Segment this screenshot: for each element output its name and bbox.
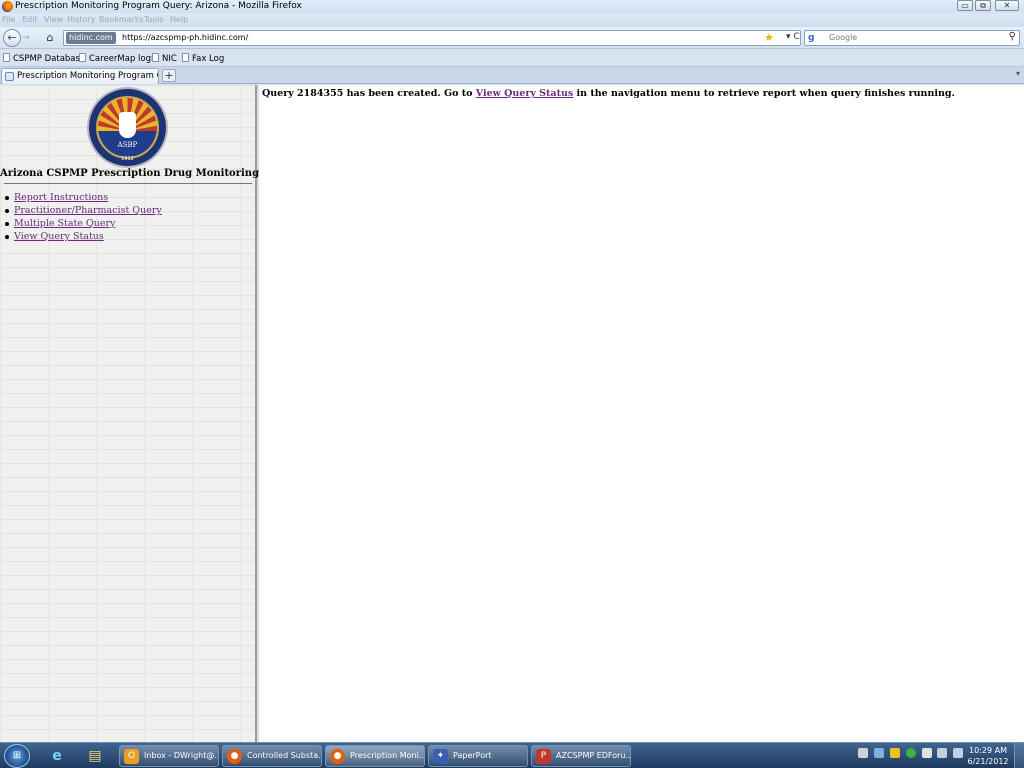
nav-link-report-instructions[interactable]: Report Instructions — [14, 192, 108, 203]
flag-icon[interactable] — [921, 748, 932, 758]
list-all-tabs-button[interactable]: ▾ — [1016, 69, 1020, 78]
bullet-icon — [5, 209, 9, 213]
tab-label: Prescription Monitoring Program Query:..… — [17, 71, 158, 81]
site-identity-badge[interactable]: hidinc.com — [66, 32, 116, 44]
minimize-button[interactable]: ▭ — [957, 0, 973, 11]
bookmarks-toolbar: CSPMP Database CareerMap login NIC Fax L… — [0, 50, 1024, 67]
outlook-icon: O — [124, 749, 139, 764]
navigation-menu-frame: ASBP 1912 Arizona CSPMP Prescription Dru… — [0, 85, 295, 742]
menu-history[interactable]: History — [67, 15, 95, 24]
menu-divider — [4, 183, 252, 184]
tab-prescription-monitoring[interactable]: Prescription Monitoring Program Query:..… — [1, 68, 159, 84]
sync-icon[interactable] — [905, 748, 916, 758]
folder-icon[interactable]: ▤ — [80, 745, 110, 767]
taskbar-item-prescription-monitoring[interactable]: ● Prescription Moni... — [325, 745, 425, 767]
menu-tools[interactable]: Tools — [144, 15, 164, 24]
bookmark-careermap-login[interactable]: CareerMap login — [79, 53, 159, 64]
menu-help[interactable]: Help — [170, 15, 188, 24]
window-title-bar: Prescription Monitoring Program Query: A… — [0, 0, 1024, 13]
taskbar-item-paperport[interactable]: ✦ PaperPort — [428, 745, 528, 767]
taskbar-item-inbox[interactable]: O Inbox - DWright@... — [119, 745, 219, 767]
close-button[interactable]: ✕ — [995, 0, 1019, 11]
menu-bar: File Edit View History Bookmarks Tools H… — [0, 13, 1024, 27]
bullet-icon — [5, 222, 9, 226]
menu-edit[interactable]: Edit — [22, 15, 38, 24]
nav-link-multiple-state-query[interactable]: Multiple State Query — [14, 218, 115, 229]
forward-button[interactable]: → — [22, 32, 34, 44]
bookmark-cspmp-database[interactable]: CSPMP Database — [3, 53, 85, 64]
main-content-frame: Query 2184355 has been created. Go to Vi… — [259, 85, 1024, 742]
shield-icon[interactable] — [858, 748, 868, 758]
firefox-icon: ● — [227, 749, 242, 764]
show-desktop-button[interactable] — [1014, 743, 1024, 768]
url-bar[interactable]: hidinc.com https://azcspmp-ph.hidinc.com… — [63, 30, 801, 46]
window-title: Prescription Monitoring Program Query: A… — [15, 1, 302, 11]
page-icon — [152, 53, 159, 62]
url-text[interactable]: https://azcspmp-ph.hidinc.com/ — [122, 33, 248, 42]
query-created-message: Query 2184355 has been created. Go to Vi… — [262, 88, 955, 99]
nav-link-view-query-status[interactable]: View Query Status — [14, 231, 104, 242]
maximize-button[interactable]: ⧉ — [975, 0, 991, 11]
mortar-pestle-icon — [119, 112, 136, 138]
clock[interactable]: 10:29 AM 6/21/2012 — [966, 745, 1010, 767]
arizona-board-of-pharmacy-seal: ASBP 1912 — [87, 87, 168, 168]
bookmark-nic[interactable]: NIC — [152, 53, 177, 64]
start-button[interactable]: ⊞ — [4, 744, 30, 768]
new-tab-button[interactable]: + — [162, 69, 176, 82]
reload-icon[interactable]: ▾ C — [786, 32, 800, 42]
bullet-icon — [5, 196, 9, 200]
page-icon — [3, 53, 10, 62]
network-tool-icon[interactable] — [873, 748, 884, 758]
search-input[interactable]: Google — [829, 33, 857, 42]
firefox-icon — [2, 1, 13, 12]
tab-bar: Prescription Monitoring Program Query:..… — [0, 67, 1024, 84]
taskbar-item-azcspmp-edforum[interactable]: P AZCSPMP EDForu... — [531, 745, 631, 767]
page-favicon-icon — [5, 72, 14, 81]
bullet-icon — [5, 235, 9, 239]
navigation-toolbar: ← → ⌂ hidinc.com https://azcspmp-ph.hidi… — [0, 27, 1024, 49]
volume-icon[interactable] — [953, 748, 964, 758]
back-button[interactable]: ← — [3, 29, 21, 47]
bookmark-star-icon[interactable]: ★ — [764, 31, 774, 44]
menu-view[interactable]: View — [44, 15, 63, 24]
system-tray — [858, 748, 966, 761]
firefox-icon: ● — [330, 749, 345, 764]
menu-title: Arizona CSPMP Prescription Drug Monitori… — [0, 168, 295, 179]
bookmark-fax-log[interactable]: Fax Log — [182, 53, 224, 64]
network-icon[interactable] — [937, 748, 948, 758]
powerpoint-icon: P — [536, 749, 551, 764]
paperport-icon: ✦ — [433, 749, 448, 764]
nav-link-practitioner-pharmacist-query[interactable]: Practitioner/Pharmacist Query — [14, 205, 162, 216]
search-icon[interactable]: ⚲ — [1009, 31, 1016, 42]
taskbar-item-controlled-substances[interactable]: ● Controlled Substa... — [222, 745, 322, 767]
google-icon[interactable]: g — [808, 33, 818, 43]
page-icon — [79, 53, 86, 62]
home-icon[interactable]: ⌂ — [43, 31, 57, 45]
status-app-icon[interactable] — [889, 748, 900, 758]
internet-explorer-icon[interactable]: e — [42, 745, 72, 767]
windows-taskbar: ⊞ e ▤ O Inbox - DWright@... ● Controlled… — [0, 742, 1024, 768]
search-bar[interactable]: g Google ⚲ — [804, 30, 1020, 46]
page-icon — [182, 53, 189, 62]
menu-bookmarks[interactable]: Bookmarks — [99, 15, 144, 24]
menu-file[interactable]: File — [2, 15, 15, 24]
view-query-status-link[interactable]: View Query Status — [476, 88, 573, 99]
